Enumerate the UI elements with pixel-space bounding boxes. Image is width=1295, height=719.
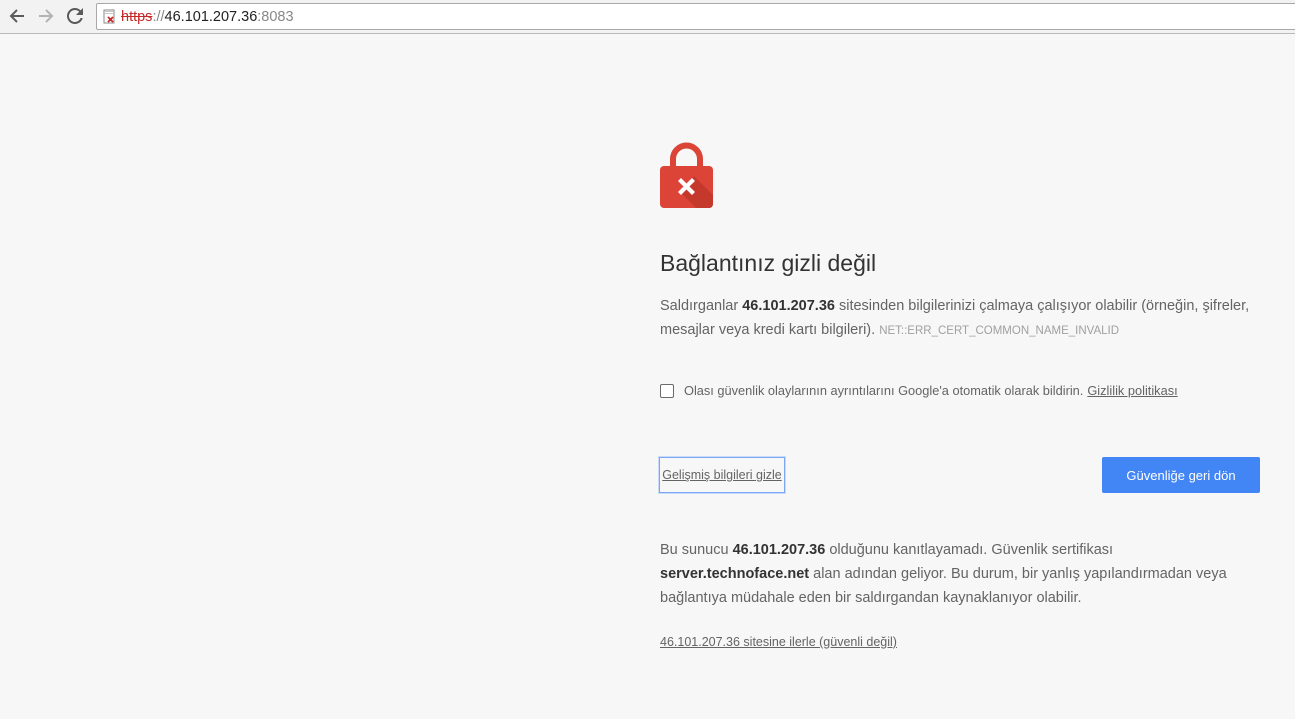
reload-icon — [67, 8, 83, 24]
summary-host: 46.101.207.36 — [742, 298, 835, 314]
privacy-policy-link[interactable]: Gizlilik politikası — [1087, 383, 1177, 398]
proceed-unsafe-link[interactable]: 46.101.207.36 sitesine ilerle (güvenli d… — [660, 635, 897, 649]
forward-button[interactable] — [34, 4, 58, 28]
advanced-details: Bu sunucu 46.101.207.36 olduğunu kanıtla… — [660, 538, 1250, 610]
hide-advanced-button[interactable]: Gelişmiş bilgileri gizle — [659, 457, 785, 493]
reload-button[interactable] — [63, 4, 87, 28]
back-to-safety-button[interactable]: Güvenliğe geri dön — [1102, 457, 1260, 493]
arrow-left-icon — [9, 9, 24, 23]
url-port: :8083 — [257, 9, 294, 25]
broken-lock-icon — [103, 9, 115, 24]
details-text-2: olduğunu kanıtlayamadı. Güvenlik sertifi… — [825, 542, 1114, 558]
summary-text-before: Saldırganlar — [660, 298, 743, 314]
url-separator: :// — [152, 9, 165, 25]
error-code: NET::ERR_CERT_COMMON_NAME_INVALID — [879, 325, 1120, 337]
address-bar[interactable]: https://46.101.207.36:8083 — [96, 3, 1295, 30]
report-label: Olası güvenlik olaylarının ayrıntılarını… — [684, 383, 1084, 398]
browser-toolbar: https://46.101.207.36:8083 — [0, 0, 1295, 34]
details-cert-domain: server.technoface.net — [660, 566, 810, 582]
details-host: 46.101.207.36 — [732, 542, 826, 558]
report-row: Olası güvenlik olaylarının ayrıntılarını… — [660, 383, 1178, 398]
arrow-right-icon — [39, 9, 54, 23]
red-lock-error-icon — [660, 142, 713, 208]
error-summary: Saldırganlar 46.101.207.36 sitesinden bi… — [660, 294, 1250, 343]
details-text-1: Bu sunucu — [660, 542, 733, 558]
page-title: Bağlantınız gizli değil — [660, 250, 877, 276]
report-checkbox[interactable] — [660, 383, 674, 398]
url-scheme: https — [121, 9, 153, 25]
back-button[interactable] — [5, 4, 29, 28]
url-text: https://46.101.207.36:8083 — [121, 8, 294, 26]
url-host: 46.101.207.36 — [164, 9, 258, 25]
